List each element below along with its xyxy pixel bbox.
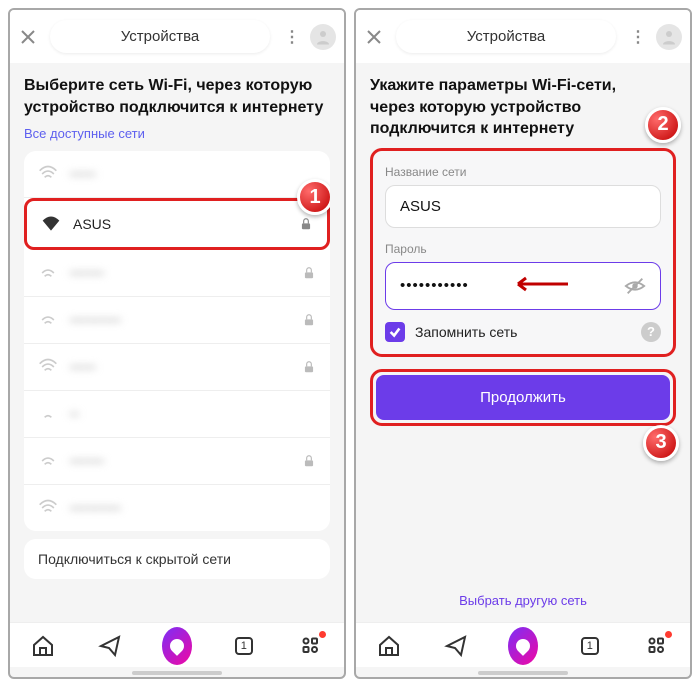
network-row-asus[interactable]: ASUS 1 xyxy=(24,198,330,250)
password-input[interactable]: ••••••••••• xyxy=(385,262,661,310)
wifi-icon xyxy=(38,164,58,184)
hidden-network-link[interactable]: Подключиться к скрытой сети xyxy=(24,539,330,579)
network-name: ━━━ xyxy=(70,166,316,183)
network-row[interactable]: ━━━━ xyxy=(24,250,330,297)
network-name: ━━━━ xyxy=(70,453,290,470)
network-row[interactable]: ━━━━━━ xyxy=(24,485,330,531)
wifi-icon xyxy=(38,310,58,330)
arrow-annotation xyxy=(510,274,570,298)
network-row[interactable]: ━━━ xyxy=(24,344,330,391)
wifi-icon xyxy=(38,263,58,283)
remember-label: Запомнить сеть xyxy=(415,324,517,340)
ssid-input[interactable]: ASUS xyxy=(385,185,661,228)
bottom-nav: 1 xyxy=(10,622,344,667)
eye-off-icon[interactable] xyxy=(624,275,646,297)
header-title: Устройства xyxy=(396,20,616,53)
nav-alice[interactable] xyxy=(162,631,192,661)
notification-dot xyxy=(319,631,326,638)
network-name: ━ xyxy=(70,406,316,423)
remember-row: Запомнить сеть ? xyxy=(385,322,661,342)
ssid-label: Название сети xyxy=(385,165,661,179)
network-list: ━━━ ASUS 1 ━━━━ ━━━━━━ ━━━ ━ ━━━━ ━━━━━━ xyxy=(24,151,330,531)
nav-tabs[interactable]: 1 xyxy=(575,631,605,661)
step-badge-2: 2 xyxy=(645,107,681,143)
nav-send[interactable] xyxy=(441,631,471,661)
all-networks-label: Все доступные сети xyxy=(24,126,330,141)
help-icon[interactable]: ? xyxy=(641,322,661,342)
continue-button-wrapper: Продолжить 3 xyxy=(370,369,676,426)
step-badge-1: 1 xyxy=(297,179,330,215)
home-indicator xyxy=(132,671,222,675)
nav-send[interactable] xyxy=(95,631,125,661)
wifi-icon xyxy=(41,214,61,234)
nav-tabs[interactable]: 1 xyxy=(229,631,259,661)
lock-icon xyxy=(302,360,316,374)
network-name: ━━━━━━ xyxy=(70,312,290,329)
nav-menu[interactable] xyxy=(642,631,672,661)
network-name: ━━━━━━ xyxy=(70,500,316,517)
kebab-icon[interactable]: ⋮ xyxy=(282,27,302,47)
wifi-icon xyxy=(38,404,58,424)
close-icon[interactable] xyxy=(364,27,384,47)
avatar[interactable] xyxy=(656,24,682,50)
avatar[interactable] xyxy=(310,24,336,50)
home-indicator xyxy=(478,671,568,675)
network-name: ━━━━ xyxy=(70,265,290,282)
network-row[interactable]: ━━━━ xyxy=(24,438,330,485)
nav-home[interactable] xyxy=(374,631,404,661)
wifi-icon xyxy=(38,498,58,518)
screen-2-enter-credentials: Устройства ⋮ Укажите параметры Wi-Fi-сет… xyxy=(354,8,692,679)
kebab-icon[interactable]: ⋮ xyxy=(628,27,648,47)
choose-other-network-link[interactable]: Выбрать другую сеть xyxy=(356,593,690,608)
content: Укажите параметры Wi-Fi-сети, через кото… xyxy=(356,63,690,622)
page-heading: Выберите сеть Wi-Fi, через которую устро… xyxy=(24,75,330,118)
nav-alice[interactable] xyxy=(508,631,538,661)
lock-icon xyxy=(302,266,316,280)
continue-button[interactable]: Продолжить xyxy=(376,375,670,420)
network-row[interactable]: ━━━ xyxy=(24,151,330,198)
nav-home[interactable] xyxy=(28,631,58,661)
wifi-icon xyxy=(38,451,58,471)
notification-dot xyxy=(665,631,672,638)
network-row[interactable]: ━━━━━━ xyxy=(24,297,330,344)
step-badge-3: 3 xyxy=(643,425,679,461)
lock-icon xyxy=(302,313,316,327)
lock-icon xyxy=(299,217,313,231)
credentials-form: 2 Название сети ASUS Пароль ••••••••••• … xyxy=(370,148,676,357)
network-row[interactable]: ━ xyxy=(24,391,330,438)
close-icon[interactable] xyxy=(18,27,38,47)
content: Выберите сеть Wi-Fi, через которую устро… xyxy=(10,63,344,622)
password-label: Пароль xyxy=(385,242,661,256)
page-heading: Укажите параметры Wi-Fi-сети, через кото… xyxy=(370,75,676,140)
wifi-icon xyxy=(38,357,58,377)
bottom-nav: 1 xyxy=(356,622,690,667)
network-name: ━━━ xyxy=(70,359,290,376)
header: Устройства ⋮ xyxy=(10,10,344,63)
remember-checkbox[interactable] xyxy=(385,322,405,342)
network-name: ASUS xyxy=(73,216,287,232)
screen-1-select-network: Устройства ⋮ Выберите сеть Wi-Fi, через … xyxy=(8,8,346,679)
header: Устройства ⋮ xyxy=(356,10,690,63)
nav-menu[interactable] xyxy=(296,631,326,661)
header-title: Устройства xyxy=(50,20,270,53)
lock-icon xyxy=(302,454,316,468)
